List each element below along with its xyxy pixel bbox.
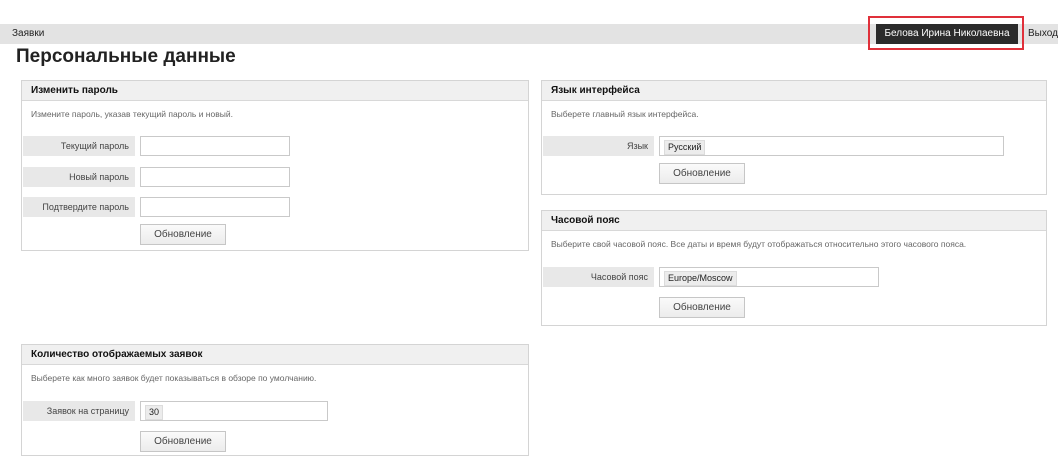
panel-title: Язык интерфейса [542,81,1046,101]
tickets-per-page-row: Заявок на страницу 30 [23,401,343,421]
panel-description: Измените пароль, указав текущий пароль и… [31,109,233,119]
tickets-per-page-label: Заявок на страницу [23,401,135,421]
current-password-label: Текущий пароль [23,136,135,156]
timezone-select[interactable]: Europe/Moscow [659,267,879,287]
timezone-panel: Часовой пояс Выберите свой часовой пояс.… [541,210,1047,326]
update-tickets-button[interactable]: Обновление [140,431,226,452]
nav-link-tickets[interactable]: Заявки [12,28,44,39]
update-timezone-button[interactable]: Обновление [659,297,745,318]
timezone-row: Часовой пояс Europe/Moscow [543,267,883,287]
new-password-label: Новый пароль [23,167,135,187]
panel-title: Часовой пояс [542,211,1046,231]
language-panel: Язык интерфейса Выберете главный язык ин… [541,80,1047,195]
language-selected-value: Русский [664,140,706,155]
panel-title: Изменить пароль [22,81,528,101]
confirm-password-input[interactable] [140,197,290,217]
confirm-password-label: Подтвердите пароль [23,197,135,217]
user-menu-button[interactable]: Белова Ирина Николаевна [876,24,1018,44]
tickets-per-page-input[interactable]: 30 [140,401,328,421]
language-row: Язык Русский [543,136,1013,156]
timezone-label: Часовой пояс [543,267,654,287]
new-password-row: Новый пароль [23,167,323,187]
top-strip [0,0,1058,12]
change-password-panel: Изменить пароль Измените пароль, указав … [21,80,529,251]
timezone-selected-value: Europe/Moscow [664,271,737,286]
update-password-button[interactable]: Обновление [140,224,226,245]
language-select[interactable]: Русский [659,136,1004,156]
page-title: Персональные данные [16,46,236,67]
panel-title: Количество отображаемых заявок [22,345,528,365]
panel-description: Выберите свой часовой пояс. Все даты и в… [551,239,967,249]
update-language-button[interactable]: Обновление [659,163,745,184]
current-password-input[interactable] [140,136,290,156]
new-password-input[interactable] [140,167,290,187]
current-password-row: Текущий пароль [23,136,323,156]
tickets-per-page-value: 30 [145,405,164,420]
panel-description: Выберете главный язык интерфейса. [551,109,699,119]
panel-description: Выберете как много заявок будет показыва… [31,373,317,383]
confirm-password-row: Подтвердите пароль [23,197,323,217]
tickets-count-panel: Количество отображаемых заявок Выберете … [21,344,529,456]
logout-link[interactable]: Выход [1028,28,1058,39]
language-label: Язык [543,136,654,156]
